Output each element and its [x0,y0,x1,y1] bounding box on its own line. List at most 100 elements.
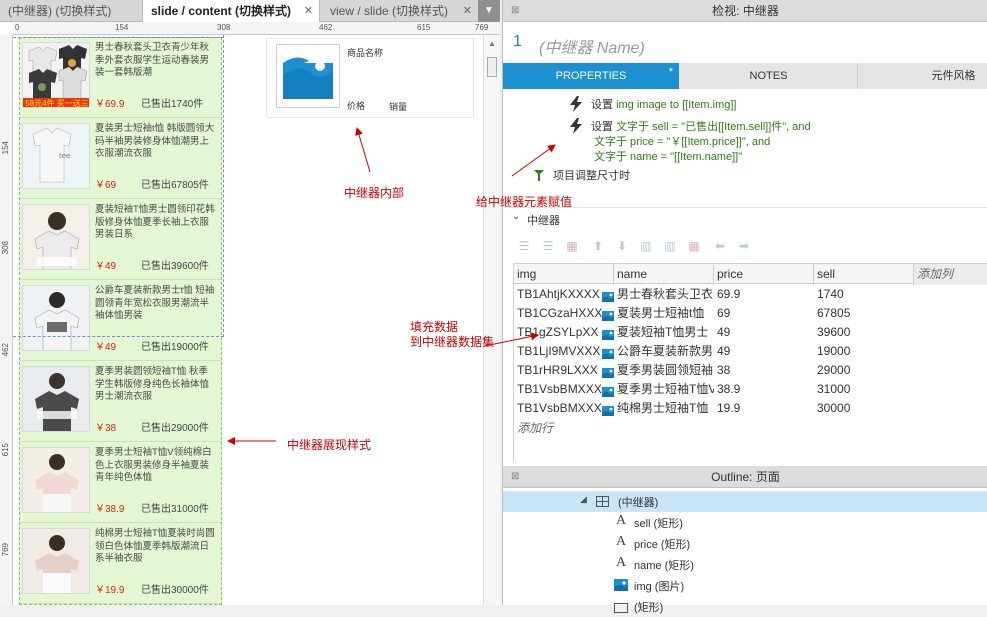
insert-row-above-icon[interactable]: ☰ [517,240,531,252]
list-item[interactable]: 58元4件 买一送三 男士春秋套头卫衣青少年秋季外套衣服学生运动春装男装一套韩版… [20,38,221,118]
outline-item-img[interactable]: img (图片) [503,575,987,596]
dataset-row[interactable]: TB1LjI9MVXXX 公爵车夏装新款男 49 19000 [514,342,987,361]
tab-repeater-style[interactable]: (中继器) (切换样式) [0,0,142,22]
dataset-cell-img[interactable]: TB1gZSYLpXX [514,323,614,342]
list-item[interactable]: 夏季男士短袖T恤V领纯棉白色上衣服男装修身半袖夏装青年纯色体恤 ￥38.9 已售… [20,443,221,523]
image-placeholder[interactable] [276,44,340,108]
column-header[interactable]: name [614,264,714,285]
dataset-cell-sell[interactable]: 1740 [814,285,914,304]
dataset-cell-name[interactable]: 夏装男士短袖t恤 [614,304,714,323]
dataset-row[interactable]: TB1VsbBMXXX 纯棉男士短袖T恤 19.9 30000 [514,399,987,418]
pin-icon[interactable]: ⊠ [511,466,519,488]
dataset-cell-price[interactable]: 49 [714,342,814,361]
action-value: img image to [[Item.img]] [616,99,737,111]
dataset-cell-price[interactable]: 19.9 [714,399,814,418]
move-right-icon[interactable]: ➡ [737,240,751,252]
tab-menu-button[interactable]: ▼ [478,0,500,22]
dataset-cell-sell[interactable]: 30000 [814,399,914,418]
dataset-cell-name[interactable]: 纯棉男士短袖T恤 [614,399,714,418]
action-set-image[interactable]: 设置 img image to [[Item.img]] [591,98,737,113]
move-left-icon[interactable]: ⬅ [713,240,727,252]
add-row-button[interactable]: 添加行 [517,419,553,436]
modified-marker: * [668,66,673,78]
close-icon[interactable]: ✕ [463,0,472,22]
template-price-field[interactable]: 价格 [347,99,365,112]
action-set-text[interactable]: 设置 文字于 sell = "已售出[[Item.sell]]件", and 文… [591,120,811,165]
dataset-cell-img[interactable]: TB1VsbBMXXX [514,399,614,418]
list-item[interactable]: tee 夏装男士短袖t恤 韩版圆领大码半袖男装修身体恤潮男上衣服潮流衣服 ￥69… [20,119,221,199]
dataset-cell-name[interactable]: 夏季男装圆领短袖 [614,361,714,380]
dataset-cell-sell[interactable]: 31000 [814,380,914,399]
move-down-icon[interactable]: ⬇ [615,240,629,252]
dataset-cell-sell[interactable]: 19000 [814,342,914,361]
list-item[interactable]: 夏装短袖T恤男士圆领印花韩版修身体恤夏季长袖上衣服男装日系 ￥49 已售出396… [20,200,221,280]
dataset-row[interactable]: TB1CGzaHXXX 夏装男士短袖t恤 69 67805 [514,304,987,323]
dataset-cell-name[interactable]: 公爵车夏装新款男 [614,342,714,361]
list-item[interactable]: 夏季男装圆领短袖T恤 秋季学生韩版修身纯色长袖体恤男士潮流衣服 ￥38 已售出2… [20,362,221,442]
tab-properties[interactable]: PROPERTIES * [503,63,679,89]
scroll-up-icon[interactable]: ▲ [488,39,496,48]
dataset-cell-img[interactable]: TB1CGzaHXXX [514,304,614,323]
move-up-icon[interactable]: ⬆ [591,240,605,252]
chevron-down-icon[interactable]: ⌄ [512,211,520,222]
tab-slide-content[interactable]: slide / content (切换样式) ✕ [142,0,320,23]
outline-item-rect[interactable]: (矩形) [503,596,987,617]
delete-column-icon[interactable]: ▦ [687,240,701,252]
widget-name-input[interactable]: (中继器 Name) [539,34,645,58]
dataset-row[interactable]: TB1VsbBMXXX 夏季男士短袖T恤V 38.9 31000 [514,380,987,399]
dataset-cell-sell[interactable]: 39600 [814,323,914,342]
column-header[interactable]: price [714,264,814,285]
dataset-cell-img[interactable]: TB1AhtjKXXXX [514,285,614,304]
template-name-field[interactable]: 商品名称 [347,46,383,59]
dataset-row[interactable]: TB1gZSYLpXX 夏装短袖T恤男士 49 39600 [514,323,987,342]
dataset-cell-price[interactable]: 38 [714,361,814,380]
product-image [22,528,90,594]
dataset-cell-img[interactable]: TB1VsbBMXXX [514,380,614,399]
list-item[interactable]: 纯棉男士短袖T恤夏装时尚圆领白色体恤夏季韩版潮流日系半袖衣服 ￥19.9 已售出… [20,524,221,604]
dataset-cell-name[interactable]: 男士春秋套头卫衣 [614,285,714,304]
column-header[interactable]: sell [814,264,914,285]
list-item[interactable]: 公爵车夏装新款男士t恤 短袖圆领青年宽松衣服男潮流半袖体恤男装 ￥49 已售出1… [20,281,221,361]
insert-column-left-icon[interactable]: ▥ [639,240,653,252]
pin-icon[interactable]: ⊠ [511,0,519,22]
cell-text: 1740 [817,287,844,301]
inspector-tabs: PROPERTIES * NOTES 元件风格 [503,63,987,89]
outline-item-price[interactable]: A price (矩形) [503,533,987,554]
repeater-rendered-list[interactable]: 58元4件 买一送三 男士春秋套头卫衣青少年秋季外套衣服学生运动春装男装一套韩版… [19,37,222,605]
dataset-cell-price[interactable]: 69.9 [714,285,814,304]
repeater-item-template[interactable]: 商品名称 价格 销量 [266,38,474,118]
dataset-row[interactable]: TB1AhtjKXXXX 男士春秋套头卫衣 69.9 1740 [514,285,987,304]
item-name: 夏季男士短袖T恤V领纯棉白色上衣服男装修身半袖夏装青年纯色体恤 [95,447,212,483]
tab-widget-style[interactable]: 元件风格 [859,63,987,89]
column-header[interactable]: img [514,264,614,285]
close-icon[interactable]: ✕ [304,0,313,22]
dataset-cell-name[interactable]: 夏季男士短袖T恤V [614,380,714,399]
add-column-button[interactable]: 添加列 [914,264,987,285]
image-placeholder-icon [283,53,333,99]
dataset-cell-img[interactable]: TB1LjI9MVXXX [514,342,614,361]
dataset-cell-price[interactable]: 69 [714,304,814,323]
dataset-cell-name[interactable]: 夏装短袖T恤男士 [614,323,714,342]
delete-row-icon[interactable]: ▦ [565,240,579,252]
dataset-cell-sell[interactable]: 67805 [814,304,914,323]
template-sell-field[interactable]: 销量 [389,100,407,113]
outline-item-sell[interactable]: A sell (矩形) [503,512,987,533]
dataset-cell-img[interactable]: TB1rHR9LXXX [514,361,614,380]
dataset-cell-price[interactable]: 49 [714,323,814,342]
ruler-label: 154 [115,23,129,32]
tab-notes[interactable]: NOTES [680,63,858,89]
dataset-cell-price[interactable]: 38.9 [714,380,814,399]
dataset-grid[interactable]: img name price sell 添加列 TB1AhtjKXXXX 男士春秋… [513,263,987,463]
repeater-section-header[interactable]: ⌄ 中继器 [503,207,987,229]
dataset-cell-sell[interactable]: 29000 [814,361,914,380]
dataset-row[interactable]: TB1rHR9LXXX 夏季男装圆领短袖 38 29000 [514,361,987,380]
inspector-title-bar: ⊠ 检视: 中继器 [503,0,987,22]
insert-column-right-icon[interactable]: ▥ [663,240,677,252]
outline-item-name[interactable]: A name (矩形) [503,554,987,575]
product-image [22,447,90,513]
collapse-icon[interactable]: ◢ [580,494,587,505]
outline-item-repeater[interactable]: ◢ (中继器) [503,491,987,512]
insert-row-below-icon[interactable]: ☰ [541,240,555,252]
tab-view-slide[interactable]: view / slide (切换样式) ✕ [322,0,478,22]
scroll-thumb[interactable] [487,57,497,77]
